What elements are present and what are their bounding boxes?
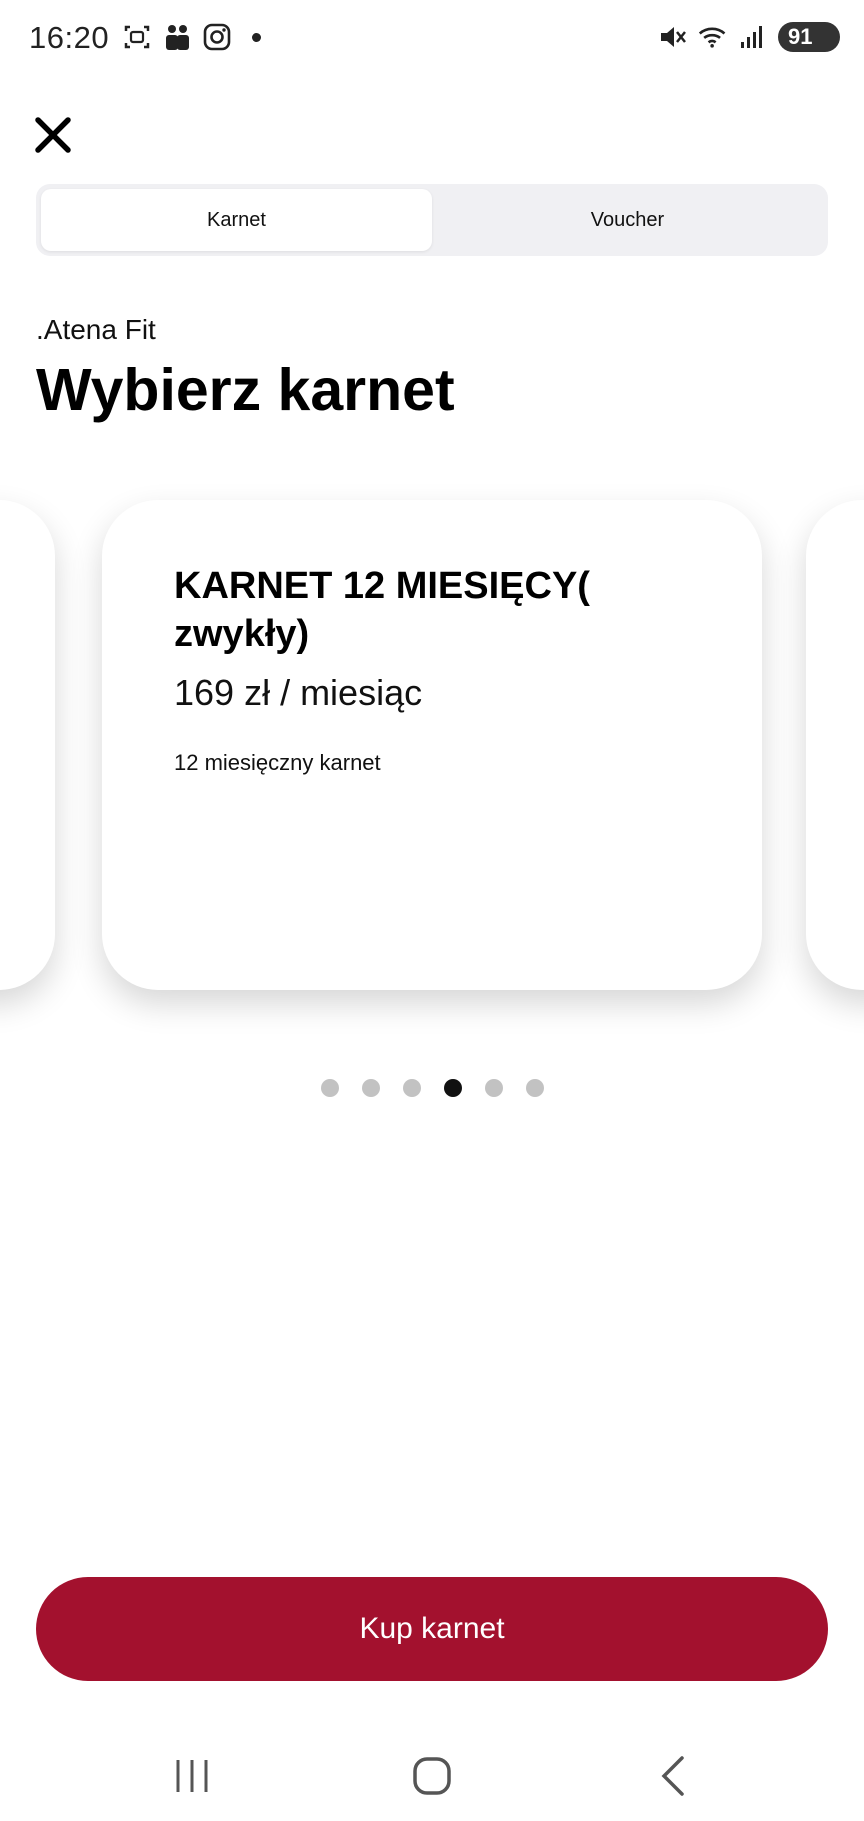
tab-voucher-label: Voucher [590, 208, 665, 231]
buy-membership-button[interactable]: Kup karnet [36, 1577, 828, 1681]
tab-voucher[interactable]: Voucher [432, 189, 823, 251]
close-icon[interactable] [32, 114, 74, 156]
carousel-pagination [0, 1079, 864, 1097]
membership-title: KARNET 12 MIESIĘCY( zwykły) [174, 565, 590, 655]
app-screen: 16:20 91 Karnet Voucher .Atena Fit Wybie… [0, 0, 864, 1821]
status-bar: 16:20 91 [0, 0, 864, 80]
recent-apps-icon[interactable] [162, 1746, 222, 1806]
battery-icon: 91 [778, 22, 840, 52]
membership-carousel[interactable]: KARNET 12 MIESIĘCY( zwykły) 169 zł / mie… [0, 490, 864, 1030]
status-left-icons [122, 22, 261, 52]
signal-icon [741, 26, 762, 48]
navigation-bar [0, 1730, 864, 1810]
membership-card[interactable]: KARNET 12 MIESIĘCY( zwykły) 169 zł / mie… [102, 500, 762, 990]
pagination-dot[interactable] [484, 1079, 503, 1097]
tab-switcher: Karnet Voucher [36, 184, 828, 256]
wifi-icon [698, 27, 726, 48]
pagination-dot[interactable] [320, 1079, 339, 1097]
page-title: Wybierz karnet [36, 357, 455, 423]
screen-capture-icon [124, 25, 150, 49]
status-right-icons: 91 [658, 22, 840, 52]
pagination-dot[interactable] [402, 1079, 421, 1097]
home-icon[interactable] [402, 1746, 462, 1806]
gym-name: .Atena Fit [36, 314, 156, 345]
tab-karnet[interactable]: Karnet [41, 189, 432, 251]
buy-membership-label: Kup karnet [359, 1612, 505, 1645]
mute-icon [661, 27, 686, 47]
pagination-dot[interactable] [443, 1079, 462, 1097]
status-time: 16:20 [29, 20, 110, 55]
battery-level: 91 [788, 24, 813, 49]
people-icon [166, 25, 189, 50]
pagination-dot[interactable] [525, 1079, 544, 1097]
tab-karnet-label: Karnet [207, 208, 266, 231]
pagination-dot[interactable] [361, 1079, 380, 1097]
membership-card-next[interactable] [806, 500, 864, 990]
back-icon[interactable] [644, 1746, 704, 1806]
notification-dot-icon [252, 32, 261, 42]
membership-card-previous[interactable] [0, 500, 55, 990]
instagram-icon [203, 23, 231, 51]
membership-description: 12 miesięczny karnet [174, 750, 381, 775]
membership-price: 169 zł / miesiąc [174, 672, 423, 713]
